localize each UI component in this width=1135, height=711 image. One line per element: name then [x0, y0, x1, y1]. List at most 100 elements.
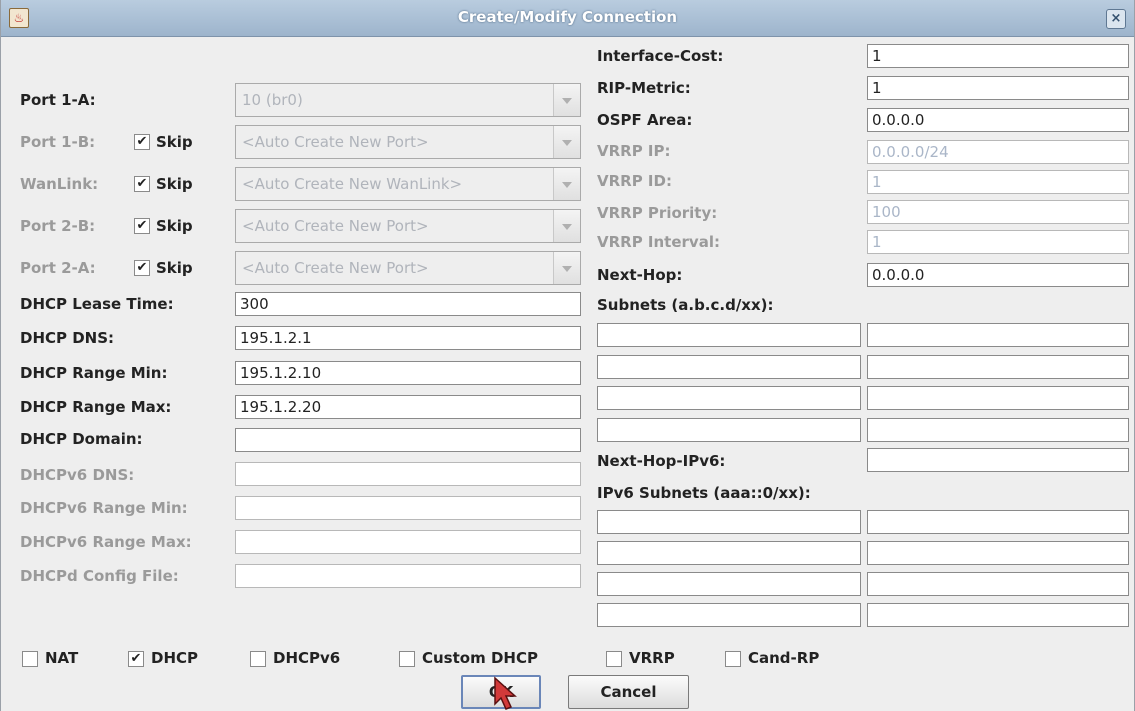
dhcpv6-dns-field [235, 462, 581, 486]
vrrp-checkbox[interactable] [606, 651, 622, 667]
custom-dhcp-checkbox[interactable] [399, 651, 415, 667]
chevron-down-icon [553, 126, 580, 158]
dhcp-domain-label: DHCP Domain: [20, 430, 143, 448]
port-1a-value: 10 (br0) [242, 91, 303, 109]
subnets-label: Subnets (a.b.c.d/xx): [597, 296, 774, 314]
subnet-field[interactable] [597, 323, 861, 347]
dhcp-dns-field[interactable]: 195.1.2.1 [235, 326, 581, 350]
custom-dhcp-label: Custom DHCP [422, 649, 538, 667]
dhcp-checkbox[interactable]: ✔ [128, 651, 144, 667]
dialog-window: ♨ Create/Modify Connection × Port 1-A: 1… [0, 0, 1135, 711]
subnet-field[interactable] [597, 386, 861, 410]
port-2b-skip-checkbox[interactable]: ✔ [134, 218, 150, 234]
subnet-field[interactable] [597, 418, 861, 442]
port-2b-label: Port 2-B: [20, 217, 96, 235]
port-1a-label: Port 1-A: [20, 91, 96, 109]
wanlink-value: <Auto Create New WanLink> [242, 175, 463, 193]
next-hop-field[interactable]: 0.0.0.0 [867, 263, 1129, 287]
next-hop-label: Next-Hop: [597, 266, 683, 284]
interface-cost-field[interactable]: 1 [867, 44, 1129, 68]
dhcp-lease-time-field[interactable]: 300 [235, 292, 581, 316]
subnet-field[interactable] [597, 355, 861, 379]
cand-rp-label: Cand-RP [748, 649, 820, 667]
chevron-down-icon [553, 84, 580, 116]
port-2a-select: <Auto Create New Port> [235, 251, 581, 285]
wanlink-label: WanLink: [20, 175, 99, 193]
dhcp-lease-time-label: DHCP Lease Time: [20, 295, 174, 313]
ipv6-subnet-field[interactable] [597, 603, 861, 627]
dhcp-label: DHCP [151, 649, 199, 667]
port-2b-select: <Auto Create New Port> [235, 209, 581, 243]
port-1a-select: 10 (br0) [235, 83, 581, 117]
port-1b-value: <Auto Create New Port> [242, 133, 429, 151]
port-1b-select: <Auto Create New Port> [235, 125, 581, 159]
cand-rp-checkbox[interactable] [725, 651, 741, 667]
dhcpv6-range-min-field [235, 496, 581, 520]
chevron-down-icon [553, 168, 580, 200]
ipv6-subnet-field[interactable] [867, 603, 1129, 627]
port-1b-skip-label: Skip [156, 133, 193, 151]
wanlink-skip-label: Skip [156, 175, 193, 193]
ospf-area-field[interactable]: 0.0.0.0 [867, 108, 1129, 132]
dhcp-dns-label: DHCP DNS: [20, 329, 115, 347]
dhcp-domain-field[interactable] [235, 428, 581, 452]
chevron-down-icon [553, 252, 580, 284]
close-button[interactable]: × [1106, 9, 1126, 29]
nat-label: NAT [45, 649, 79, 667]
dhcp-range-max-field[interactable]: 195.1.2.20 [235, 395, 581, 419]
wanlink-skip-checkbox[interactable]: ✔ [134, 176, 150, 192]
ipv6-subnet-field[interactable] [597, 510, 861, 534]
vrrp-interval-field: 1 [867, 230, 1129, 254]
window-title: Create/Modify Connection [457, 8, 678, 26]
ipv6-subnet-field[interactable] [867, 541, 1129, 565]
next-hop-ipv6-label: Next-Hop-IPv6: [597, 452, 726, 470]
ipv6-subnets-label: IPv6 Subnets (aaa::0/xx): [597, 484, 811, 502]
dhcpv6-range-min-label: DHCPv6 Range Min: [20, 499, 188, 517]
title-bar[interactable]: ♨ Create/Modify Connection × [1, 0, 1134, 37]
vrrp-id-label: VRRP ID: [597, 172, 672, 190]
subnet-field[interactable] [867, 386, 1129, 410]
ipv6-subnet-field[interactable] [597, 541, 861, 565]
ipv6-subnet-field[interactable] [867, 510, 1129, 534]
port-2a-label: Port 2-A: [20, 259, 96, 277]
rip-metric-field[interactable]: 1 [867, 76, 1129, 100]
vrrp-priority-label: VRRP Priority: [597, 204, 718, 222]
rip-metric-label: RIP-Metric: [597, 79, 691, 97]
vrrp-id-field: 1 [867, 170, 1129, 194]
port-2a-skip-checkbox[interactable]: ✔ [134, 260, 150, 276]
vrrp-ip-field: 0.0.0.0/24 [867, 140, 1129, 164]
port-2b-value: <Auto Create New Port> [242, 217, 429, 235]
subnet-field[interactable] [867, 418, 1129, 442]
port-2a-skip-label: Skip [156, 259, 193, 277]
mouse-pointer-icon [494, 676, 517, 710]
ipv6-subnet-field[interactable] [597, 572, 861, 596]
vrrp-label: VRRP [629, 649, 675, 667]
dhcpv6-checkbox[interactable] [250, 651, 266, 667]
interface-cost-label: Interface-Cost: [597, 47, 724, 65]
port-2b-skip-label: Skip [156, 217, 193, 235]
dhcp-range-min-label: DHCP Range Min: [20, 364, 168, 382]
dhcpv6-dns-label: DHCPv6 DNS: [20, 466, 135, 484]
vrrp-priority-field: 100 [867, 200, 1129, 224]
dhcpd-config-file-label: DHCPd Config File: [20, 567, 179, 585]
dhcpv6-range-max-label: DHCPv6 Range Max: [20, 533, 192, 551]
ipv6-subnet-field[interactable] [867, 572, 1129, 596]
dhcpv6-range-max-field [235, 530, 581, 554]
chevron-down-icon [553, 210, 580, 242]
port-1b-skip-checkbox[interactable]: ✔ [134, 134, 150, 150]
vrrp-ip-label: VRRP IP: [597, 142, 671, 160]
port-1b-label: Port 1-B: [20, 133, 96, 151]
ospf-area-label: OSPF Area: [597, 111, 693, 129]
wanlink-select: <Auto Create New WanLink> [235, 167, 581, 201]
dhcp-range-min-field[interactable]: 195.1.2.10 [235, 361, 581, 385]
subnet-field[interactable] [867, 323, 1129, 347]
dhcp-range-max-label: DHCP Range Max: [20, 398, 172, 416]
dhcpv6-label: DHCPv6 [273, 649, 341, 667]
nat-checkbox[interactable] [22, 651, 38, 667]
next-hop-ipv6-field[interactable] [867, 448, 1129, 472]
cancel-button[interactable]: Cancel [568, 675, 689, 709]
dhcpd-config-file-field [235, 564, 581, 588]
vrrp-interval-label: VRRP Interval: [597, 233, 720, 251]
port-2a-value: <Auto Create New Port> [242, 259, 429, 277]
subnet-field[interactable] [867, 355, 1129, 379]
